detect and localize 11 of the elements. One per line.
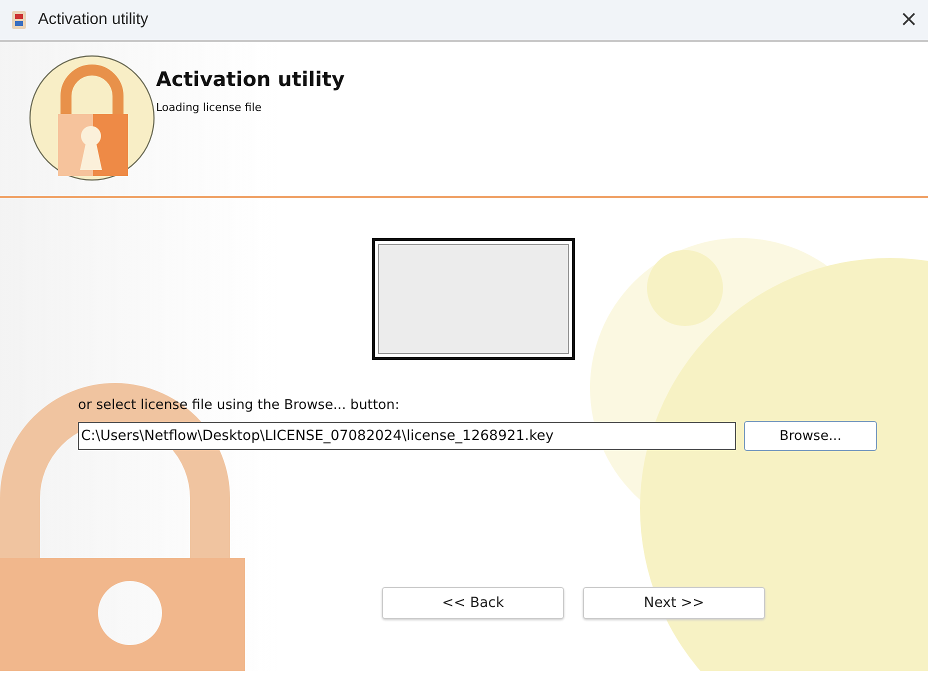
- close-button[interactable]: ×: [894, 9, 918, 31]
- header-title: Activation utility: [156, 66, 345, 93]
- next-button[interactable]: Next >>: [583, 587, 765, 620]
- window-title: Activation utility: [38, 10, 148, 30]
- back-button[interactable]: << Back: [382, 587, 564, 620]
- browse-button[interactable]: Browse...: [744, 421, 877, 452]
- app-icon: [10, 10, 28, 30]
- header-subtitle: Loading license file: [156, 100, 263, 116]
- file-prompt-label: or select license file using the Browse... button:: [78, 396, 400, 415]
- drop-area[interactable]: [372, 238, 575, 360]
- file-path-field[interactable]: C:\Users\Netflow\Desktop\LICENSE_07082024\license_1268921.key: [78, 422, 736, 450]
